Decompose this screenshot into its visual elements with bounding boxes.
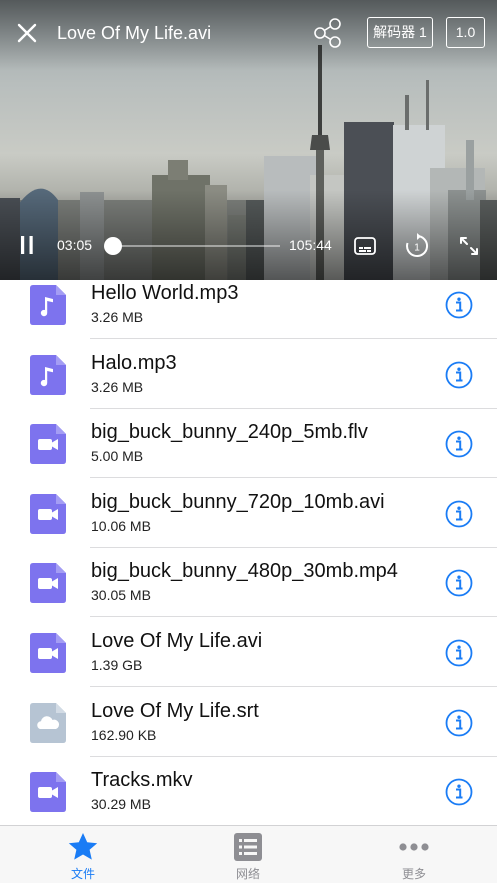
fullscreen-icon [460,237,478,255]
tab-label: 网络 [235,867,260,881]
file-name: Tracks.mkv [91,769,193,792]
info-icon [445,361,473,388]
replay-icon: 1 [406,233,429,257]
file-size: 30.05 MB [91,587,151,604]
info-icon [445,500,473,528]
file-size: 30.29 MB [91,796,151,813]
info-icon [445,291,473,319]
replay-button[interactable]: 1 [403,232,431,260]
video-player[interactable]: Love Of My Life.avi 解码器 1 1.0 03:05 105:… [0,0,497,280]
audio-file-icon [30,285,66,325]
tab-network[interactable]: 网络 [188,826,308,883]
video-file-icon [30,772,66,813]
file-row[interactable]: big_buck_bunny_480p_30mb.mp4 30.05 MB [0,548,497,618]
info-button[interactable] [445,291,473,319]
info-icon [445,430,473,458]
file-row[interactable]: Love Of My Life.srt 162.90 KB [0,688,497,757]
close-button[interactable] [14,20,40,46]
info-button[interactable] [445,709,473,737]
star-icon [68,833,98,860]
file-size: 3.26 MB [91,309,144,325]
file-name: Halo.mp3 [91,351,177,374]
playback-speed-button[interactable]: 1.0 [446,17,485,48]
file-size: 1.39 GB [91,657,143,673]
info-icon [445,778,473,806]
file-name: Hello World.mp3 [91,282,239,304]
decoder-button[interactable]: 解码器 1 [367,17,433,48]
file-row[interactable]: big_buck_bunny_720p_10mb.avi 10.06 MB [0,479,497,548]
current-time: 03:05 [57,237,93,253]
info-button[interactable] [445,778,473,806]
info-button[interactable] [445,500,473,528]
info-button[interactable] [445,569,473,597]
file-name: Love Of My Life.avi [91,630,263,652]
file-name: big_buck_bunny_720p_10mb.avi [91,490,385,513]
video-file-icon [30,633,66,673]
tab-label: 更多 [401,867,426,881]
file-size: 3.26 MB [91,378,144,395]
tab-files[interactable]: 文件 [23,826,143,883]
share-button[interactable] [313,18,343,48]
file-name: big_buck_bunny_480p_30mb.mp4 [91,560,398,583]
total-time: 105:44 [289,237,332,253]
info-icon [445,639,473,667]
cloud-file-icon [30,702,66,743]
info-icon [445,709,473,736]
file-size: 10.06 MB [91,517,151,534]
app: Love Of My Life.avi 解码器 1 1.0 03:05 105:… [0,0,497,883]
video-file-icon [30,424,66,465]
subtitle-icon [354,237,376,255]
file-row[interactable]: Love Of My Life.avi 1.39 GB [0,618,497,687]
pause-icon [21,236,33,254]
info-button[interactable] [445,639,473,667]
pause-button[interactable] [18,233,36,257]
video-file-icon [30,493,66,534]
file-row[interactable]: Hello World.mp3 3.26 MB [0,280,497,339]
subtitle-button[interactable] [353,235,377,257]
info-button[interactable] [445,361,473,389]
close-icon [17,23,37,43]
file-row[interactable]: Tracks.mkv 30.29 MB [0,757,497,825]
tab-bar: 文件 网络 更多 [0,825,497,883]
file-row[interactable]: big_buck_bunny_240p_5mb.flv 5.00 MB [0,409,497,479]
file-name: big_buck_bunny_240p_5mb.flv [91,421,368,444]
svg-text:1: 1 [414,243,420,254]
file-list: Hello World.mp3 3.26 MB Halo.mp3 3.26 MB [0,280,497,825]
seek-bar[interactable] [104,237,280,255]
share-icon [314,18,341,48]
tab-label: 文件 [70,867,95,881]
list-icon [234,833,262,861]
file-size: 162.90 KB [91,726,157,743]
tab-more[interactable]: 更多 [354,826,474,883]
info-icon [445,569,473,597]
info-button[interactable] [445,430,473,458]
fullscreen-button[interactable] [458,235,480,257]
file-size: 5.00 MB [91,448,144,465]
file-name: Love Of My Life.srt [91,699,259,722]
file-row[interactable]: Halo.mp3 3.26 MB [0,340,497,409]
more-icon [399,843,429,851]
audio-file-icon [30,354,66,395]
video-title: Love Of My Life.avi [57,23,212,43]
video-file-icon [30,563,66,604]
